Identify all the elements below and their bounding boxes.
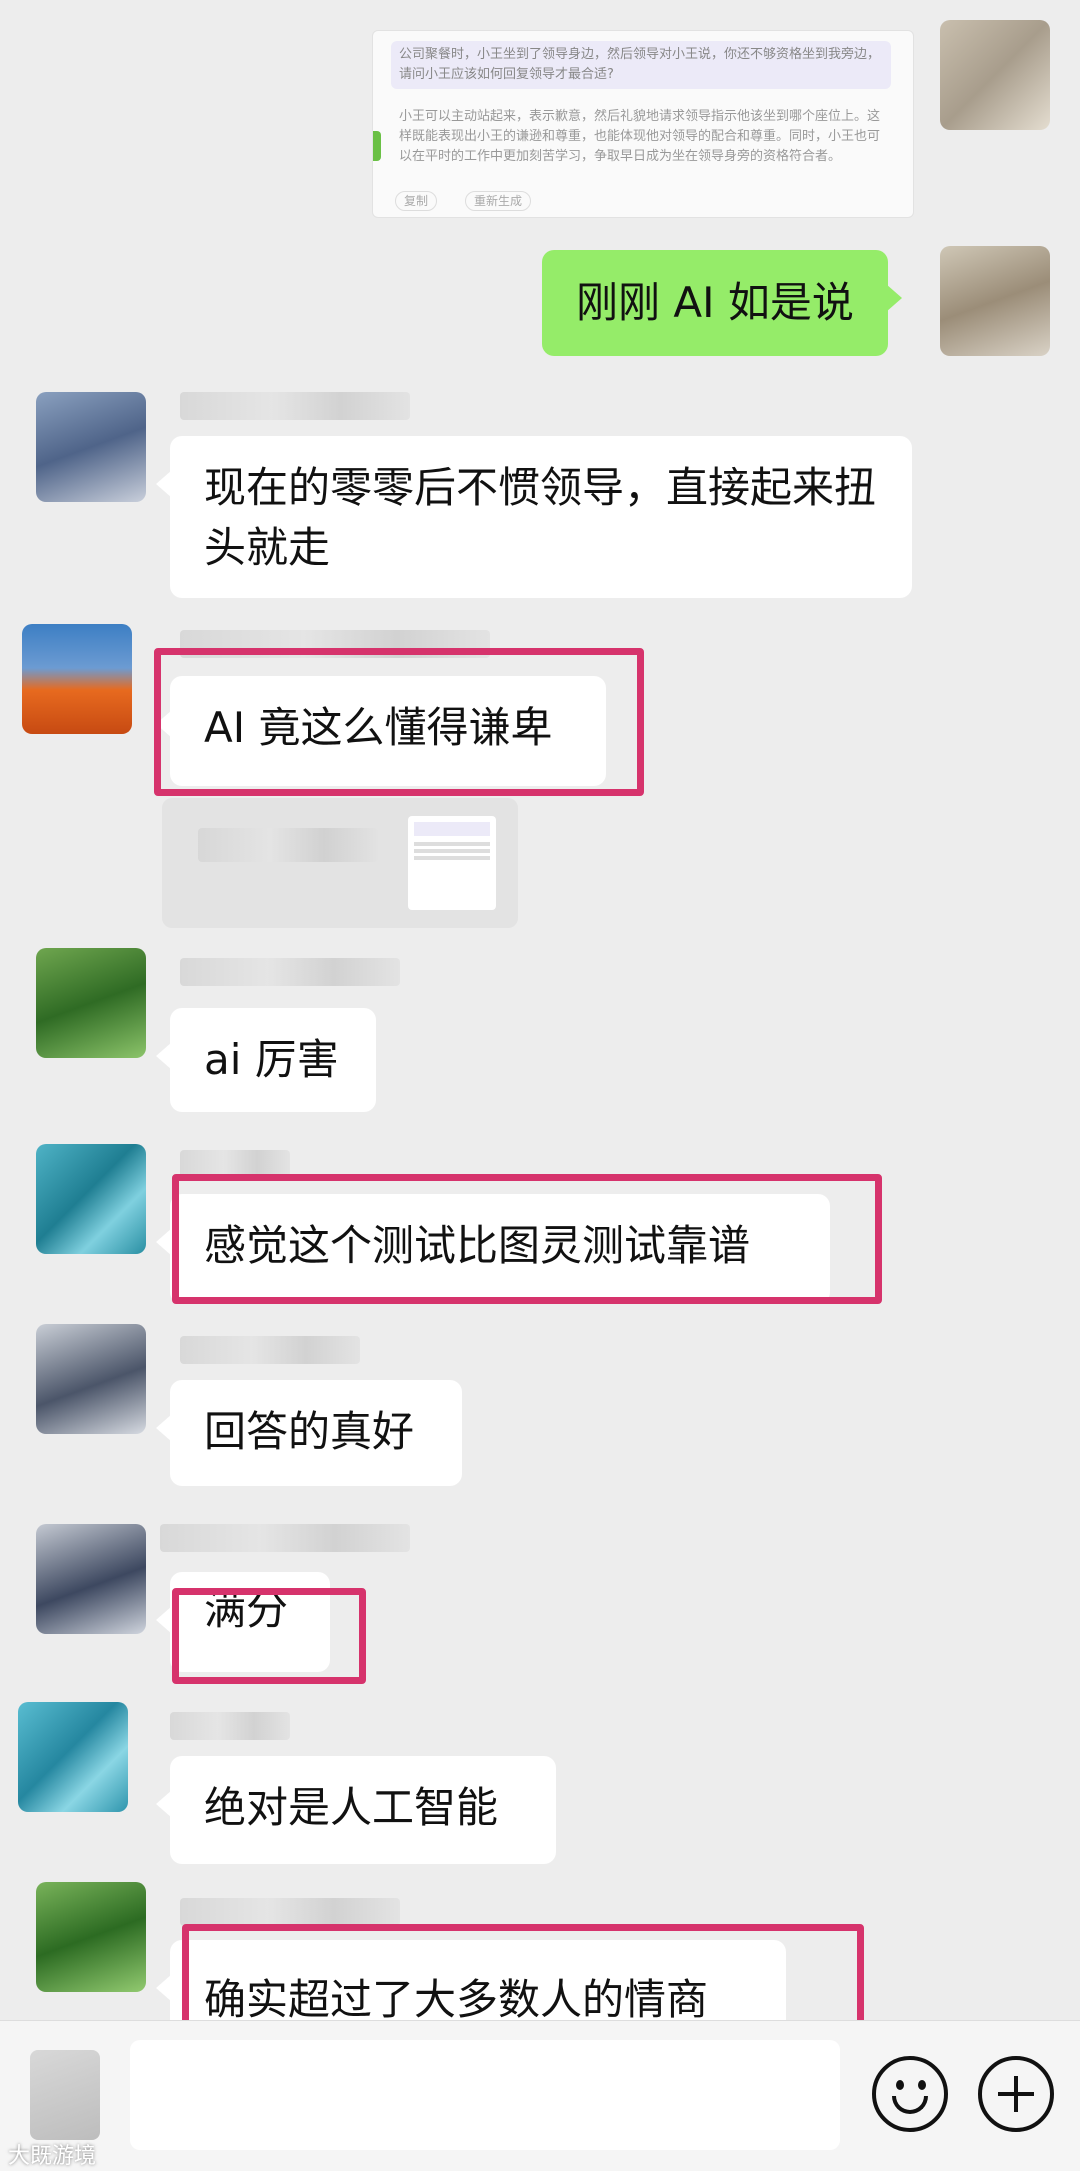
message-input[interactable] — [130, 2040, 840, 2150]
message-text: 刚刚 AI 如是说 — [576, 278, 854, 327]
sender-name — [180, 958, 400, 986]
smiley-icon[interactable] — [872, 2056, 948, 2132]
user-avatar[interactable] — [36, 1144, 146, 1254]
watermark: 大既游境 — [8, 2144, 97, 2169]
screenshot-regenerate-action: 重新生成 — [465, 191, 532, 211]
plus-icon[interactable] — [978, 2056, 1054, 2132]
user-avatar[interactable] — [36, 1524, 146, 1634]
user-avatar[interactable] — [36, 948, 146, 1058]
my-avatar[interactable] — [940, 246, 1050, 356]
message-bubble[interactable]: 回答的真好 — [156, 1380, 462, 1486]
highlight-box — [172, 1588, 366, 1684]
user-avatar[interactable] — [36, 392, 146, 502]
user-avatar[interactable] — [36, 1324, 146, 1434]
sender-name — [180, 1336, 360, 1364]
user-avatar[interactable] — [22, 624, 132, 734]
highlight-box — [172, 1174, 882, 1304]
message-bubble[interactable]: ai 厉害 — [156, 1008, 376, 1112]
message-bubble[interactable]: 绝对是人工智能 — [156, 1756, 556, 1864]
voice-icon[interactable] — [30, 2050, 100, 2140]
message-bubble[interactable]: 现在的零零后不惯领导，直接起来扭头就走 — [156, 436, 912, 598]
sender-name — [180, 1898, 400, 1926]
highlight-box — [154, 648, 644, 796]
screenshot-copy-action: 复制 — [395, 191, 438, 211]
my-avatar[interactable] — [940, 20, 1050, 130]
sender-name — [160, 1524, 410, 1552]
shared-image-thumbnail — [408, 816, 496, 910]
message-text: 回答的真好 — [204, 1407, 415, 1456]
user-avatar[interactable] — [36, 1882, 146, 1992]
user-avatar[interactable] — [18, 1702, 128, 1812]
message-text: ai 厉害 — [204, 1035, 339, 1084]
message-text: 绝对是人工智能 — [204, 1783, 499, 1832]
message-bubble[interactable]: 刚刚 AI 如是说 — [542, 250, 902, 356]
screenshot-question: 公司聚餐时，小王坐到了领导身边，然后领导对小王说，你还不够资格坐到我旁边，请问小… — [391, 41, 891, 89]
sender-name — [180, 392, 410, 420]
shared-screenshot[interactable]: 公司聚餐时，小王坐到了领导身边，然后领导对小王说，你还不够资格坐到我旁边，请问小… — [372, 30, 914, 218]
sender-name — [170, 1712, 290, 1740]
screenshot-marker — [373, 131, 381, 161]
message-text: 现在的零零后不惯领导，直接起来扭头就走 — [204, 463, 877, 572]
screenshot-answer: 小王可以主动站起来，表示歉意，然后礼貌地请求领导指示他该坐到哪个座位上。这样既能… — [399, 109, 881, 164]
shared-image-message[interactable] — [162, 798, 518, 928]
blurred-text — [198, 828, 378, 862]
